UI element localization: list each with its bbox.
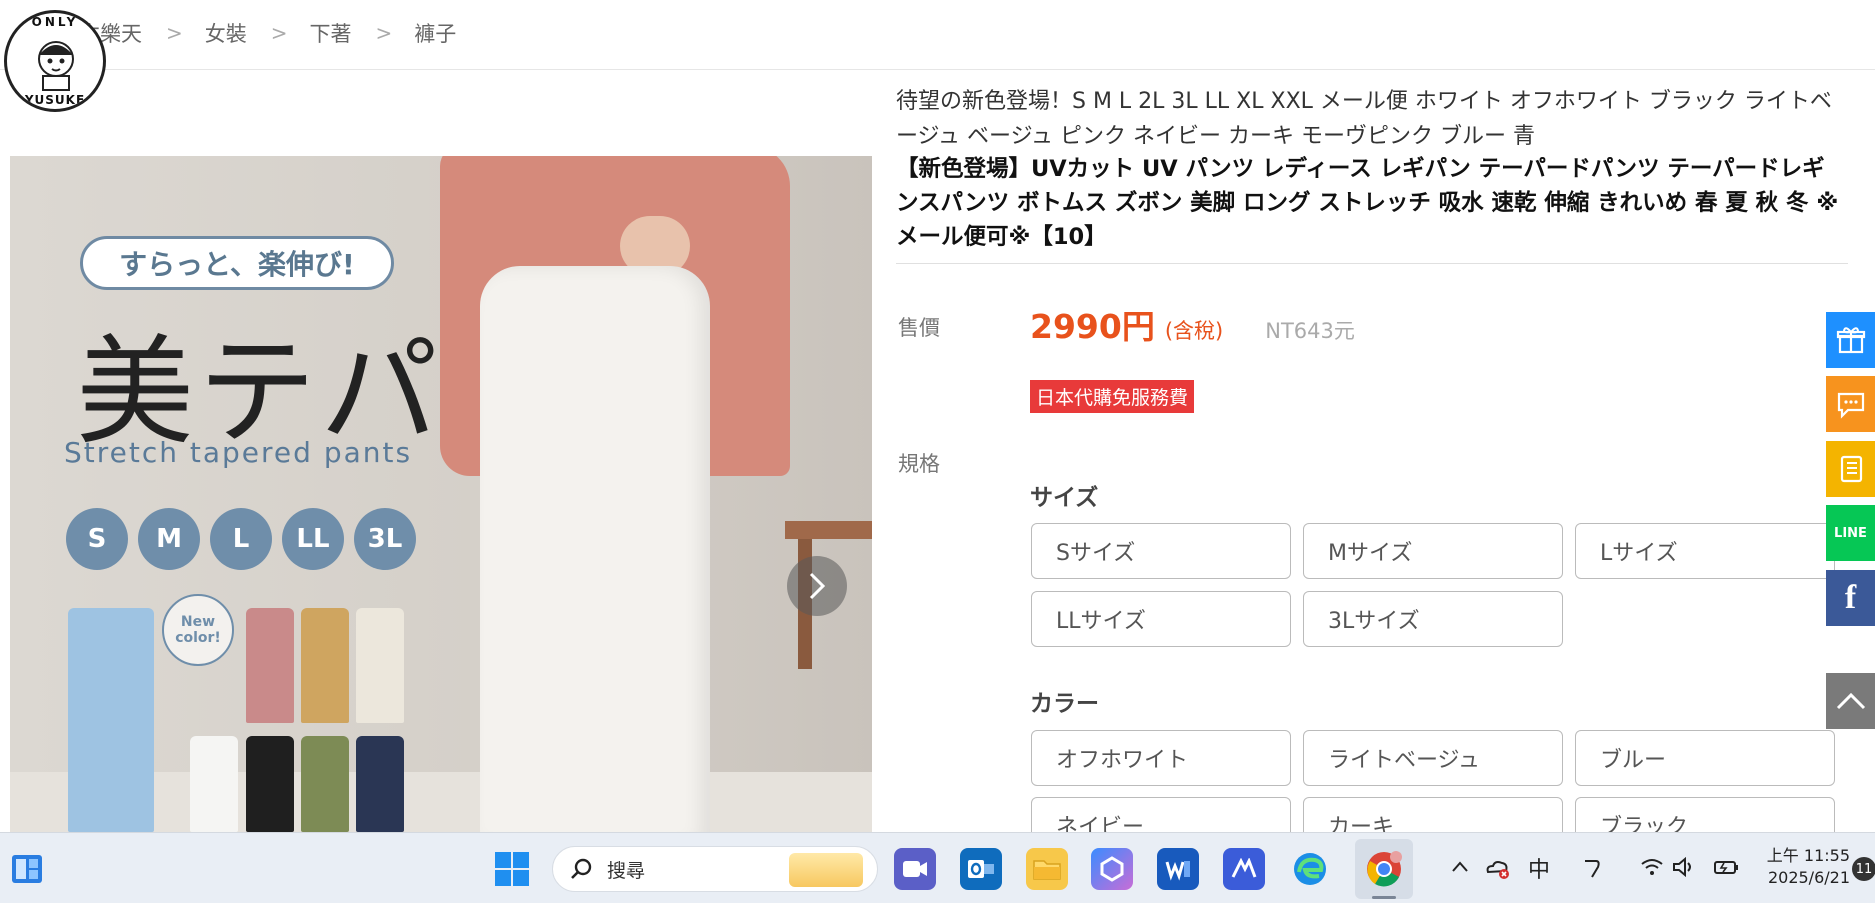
- copilot-icon[interactable]: [1091, 848, 1133, 890]
- price-tax-note: (含稅): [1164, 319, 1224, 343]
- pant-swatch-blue: [68, 608, 154, 832]
- breadcrumb: 日本樂天 > 女裝 > 下著 > 褲子: [0, 0, 1875, 70]
- image-size-l: L: [210, 508, 272, 570]
- notification-badge[interactable]: 11: [1852, 857, 1875, 881]
- back-to-top-button[interactable]: [1826, 673, 1875, 729]
- image-size-3l: 3L: [354, 508, 416, 570]
- file-explorer-icon[interactable]: [1026, 848, 1068, 890]
- chevron-up-icon[interactable]: [1450, 857, 1470, 877]
- product-subtitle: 待望の新色登場！S M L 2L 3L LL XL XXL メール便 ホワイト …: [896, 89, 1832, 149]
- volume-icon[interactable]: [1672, 857, 1696, 877]
- guide-button[interactable]: [1826, 441, 1875, 497]
- ime-mode-icon[interactable]: [1580, 855, 1604, 881]
- breadcrumb-items: 日本樂天 > 女裝 > 下著 > 褲子: [58, 18, 456, 48]
- taskbar: 搜尋 中 上午 11:55 2025/6/21 11: [0, 832, 1875, 903]
- logo-top-text: ONLY: [31, 15, 79, 29]
- price-value: 2990円: [1030, 307, 1155, 346]
- gift-icon: [1836, 327, 1865, 354]
- taskbar-search[interactable]: 搜尋: [552, 846, 878, 892]
- battery-charging-icon[interactable]: [1712, 857, 1740, 877]
- chrome-icon[interactable]: [1363, 848, 1405, 890]
- price-row: 2990円 (含稅) NT643元: [1030, 300, 1355, 348]
- chevron-up-icon: [1836, 692, 1865, 710]
- edge-icon[interactable]: [1289, 848, 1331, 890]
- price-label: 售價: [898, 316, 940, 340]
- windows-start-icon[interactable]: [494, 851, 530, 887]
- pant-swatch-pink: [246, 608, 294, 723]
- onedrive-offline-icon[interactable]: [1484, 855, 1510, 881]
- site-logo[interactable]: ONLY YUSUKE: [4, 10, 106, 112]
- facebook-button[interactable]: f: [1826, 570, 1875, 626]
- search-icon: [571, 858, 592, 879]
- line-icon: LINE: [1834, 525, 1867, 541]
- app-icon[interactable]: [1223, 848, 1265, 890]
- breadcrumb-separator-icon: >: [375, 21, 393, 45]
- image-next-button[interactable]: [787, 556, 847, 616]
- facebook-icon: f: [1844, 579, 1857, 616]
- outlook-icon[interactable]: [960, 848, 1002, 890]
- price-ntd: NT643元: [1265, 319, 1355, 343]
- color-option-blue[interactable]: ブルー: [1575, 730, 1835, 786]
- pant-swatch-khaki: [301, 608, 349, 723]
- breadcrumb-separator-icon: >: [166, 21, 183, 45]
- service-fee-tag: 日本代購免服務費: [1030, 380, 1195, 413]
- breadcrumb-item-pants[interactable]: 褲子: [414, 18, 456, 48]
- wifi-icon[interactable]: [1640, 857, 1664, 877]
- clock-time: 上午 11:55: [1766, 846, 1850, 865]
- pant-swatch-offwhite: [356, 608, 404, 723]
- chat-icon: [1837, 392, 1864, 419]
- stool-top: [785, 521, 872, 539]
- spec-label: 規格: [898, 452, 940, 476]
- color-option-offwhite[interactable]: オフホワイト: [1031, 730, 1291, 786]
- size-option-ll[interactable]: LLサイズ: [1031, 591, 1291, 647]
- gift-button[interactable]: [1826, 312, 1875, 368]
- search-highlight-icon: [789, 853, 863, 887]
- line-button[interactable]: LINE: [1826, 505, 1875, 561]
- clock[interactable]: 上午 11:55 2025/6/21: [1758, 845, 1850, 889]
- logo-bottom-text: YUSUKE: [24, 93, 86, 107]
- product-title: 【新色登場】UVカット UV パンツ レディース レギパン テーパードパンツ テ…: [896, 156, 1839, 250]
- breadcrumb-item-bottoms[interactable]: 下著: [310, 18, 352, 48]
- new-color-badge: New color!: [162, 594, 234, 666]
- active-app-indicator: [1372, 896, 1396, 899]
- widgets-icon[interactable]: [10, 853, 44, 885]
- product-image[interactable]: すらっと、楽伸び! 美テパ Stretch tapered pants S M …: [10, 156, 872, 832]
- image-size-m: M: [138, 508, 200, 570]
- size-option-m[interactable]: Mサイズ: [1303, 523, 1563, 579]
- pant-swatch-white: [190, 736, 238, 832]
- breadcrumb-item-women[interactable]: 女裝: [205, 18, 247, 48]
- clock-date: 2025/6/21: [1767, 868, 1850, 887]
- image-title-en: Stretch tapered pants: [64, 436, 413, 469]
- ime-indicator[interactable]: 中: [1528, 852, 1550, 884]
- word-icon[interactable]: [1157, 848, 1199, 890]
- pant-swatch-black: [246, 736, 294, 832]
- taskbar-search-label: 搜尋: [607, 859, 646, 882]
- meet-icon[interactable]: [894, 848, 936, 890]
- size-option-3l[interactable]: 3Lサイズ: [1303, 591, 1563, 647]
- mascot-icon: [38, 41, 74, 91]
- image-size-list: S M L LL 3L: [66, 508, 416, 570]
- model-pants: [480, 266, 710, 832]
- pant-swatch-navy: [356, 736, 404, 832]
- chevron-right-icon: [809, 572, 826, 600]
- color-option-lightbeige[interactable]: ライトベージュ: [1303, 730, 1563, 786]
- size-option-s[interactable]: Sサイズ: [1031, 523, 1291, 579]
- size-group-title: サイズ: [1030, 485, 1099, 511]
- image-size-s: S: [66, 508, 128, 570]
- pant-swatch-olive: [301, 736, 349, 832]
- chat-button[interactable]: [1826, 376, 1875, 432]
- image-size-ll: LL: [282, 508, 344, 570]
- book-icon: [1840, 455, 1862, 483]
- image-badge: すらっと、楽伸び!: [80, 236, 394, 290]
- info-divider: [896, 263, 1848, 264]
- size-option-l[interactable]: Lサイズ: [1575, 523, 1835, 579]
- breadcrumb-separator-icon: >: [270, 21, 288, 45]
- color-group-title: カラー: [1030, 691, 1099, 717]
